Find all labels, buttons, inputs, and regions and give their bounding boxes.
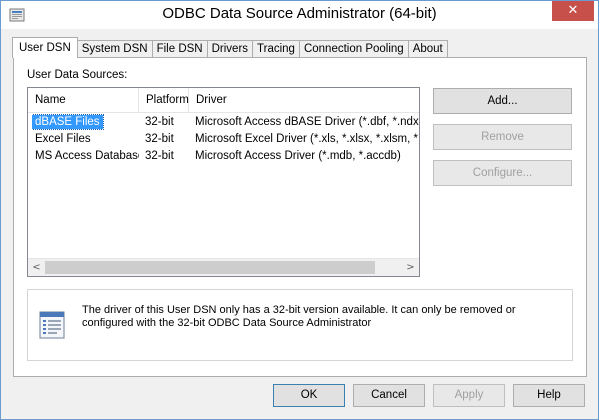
dsn-platform: 32-bit <box>145 116 174 128</box>
add-button[interactable]: Add... <box>433 88 572 114</box>
tab-connection-pooling[interactable]: Connection Pooling <box>298 40 409 58</box>
list-header: Name Platform Driver <box>28 88 419 113</box>
list-item[interactable]: Excel Files 32-bit Microsoft Excel Drive… <box>28 131 419 148</box>
scroll-left-icon[interactable]: < <box>28 259 45 276</box>
scroll-right-icon[interactable]: > <box>402 259 419 276</box>
configure-button[interactable]: Configure... <box>433 160 572 186</box>
tab-tracing[interactable]: Tracing <box>252 40 300 58</box>
info-box: The driver of this User DSN only has a 3… <box>27 289 573 361</box>
column-header-platform[interactable]: Platform <box>139 88 189 112</box>
ok-button[interactable]: OK <box>273 384 345 407</box>
close-button[interactable]: ✕ <box>552 1 594 21</box>
window-title: ODBC Data Source Administrator (64-bit) <box>162 5 437 22</box>
tab-about[interactable]: About <box>407 40 448 58</box>
user-data-sources-label: User Data Sources: <box>27 69 128 81</box>
remove-button[interactable]: Remove <box>433 124 572 150</box>
dsn-driver: Microsoft Excel Driver (*.xls, *.xlsx, *… <box>195 133 419 145</box>
info-message: The driver of this User DSN only has a 3… <box>82 304 516 329</box>
list-item[interactable]: dBASE Files 32-bit Microsoft Access dBAS… <box>28 114 419 131</box>
help-button[interactable]: Help <box>513 384 585 407</box>
scroll-thumb[interactable] <box>45 261 375 274</box>
dsn-platform: 32-bit <box>145 133 174 145</box>
close-icon: ✕ <box>567 3 579 18</box>
column-header-name[interactable]: Name <box>28 88 139 112</box>
dsn-name: MS Access Database <box>35 150 139 162</box>
column-header-driver[interactable]: Driver <box>189 88 419 112</box>
dsn-platform: 32-bit <box>145 150 174 162</box>
cancel-button[interactable]: Cancel <box>353 384 425 407</box>
tab-user-dsn[interactable]: User DSN <box>12 37 78 58</box>
apply-button[interactable]: Apply <box>433 384 505 407</box>
list-item[interactable]: MS Access Database 32-bit Microsoft Acce… <box>28 148 419 165</box>
dsn-name: dBASE Files <box>32 114 104 130</box>
odbc-admin-window: ODBC Data Source Administrator (64-bit) … <box>0 0 599 420</box>
tab-drivers[interactable]: Drivers <box>206 40 254 58</box>
dsn-name: Excel Files <box>35 133 91 145</box>
dsn-driver: Microsoft Access Driver (*.mdb, *.accdb) <box>195 150 401 162</box>
tab-strip: User DSN System DSN File DSN Drivers Tra… <box>12 37 448 58</box>
dsn-driver: Microsoft Access dBASE Driver (*.dbf, *.… <box>195 116 419 128</box>
horizontal-scrollbar[interactable]: < > <box>28 258 419 276</box>
title-bar[interactable]: ODBC Data Source Administrator (64-bit) … <box>1 1 598 29</box>
tab-system-dsn[interactable]: System DSN <box>76 40 153 58</box>
document-list-icon <box>39 311 65 339</box>
tab-file-dsn[interactable]: File DSN <box>151 40 208 58</box>
data-sources-list[interactable]: Name Platform Driver dBASE Files 32-bit … <box>27 87 420 277</box>
